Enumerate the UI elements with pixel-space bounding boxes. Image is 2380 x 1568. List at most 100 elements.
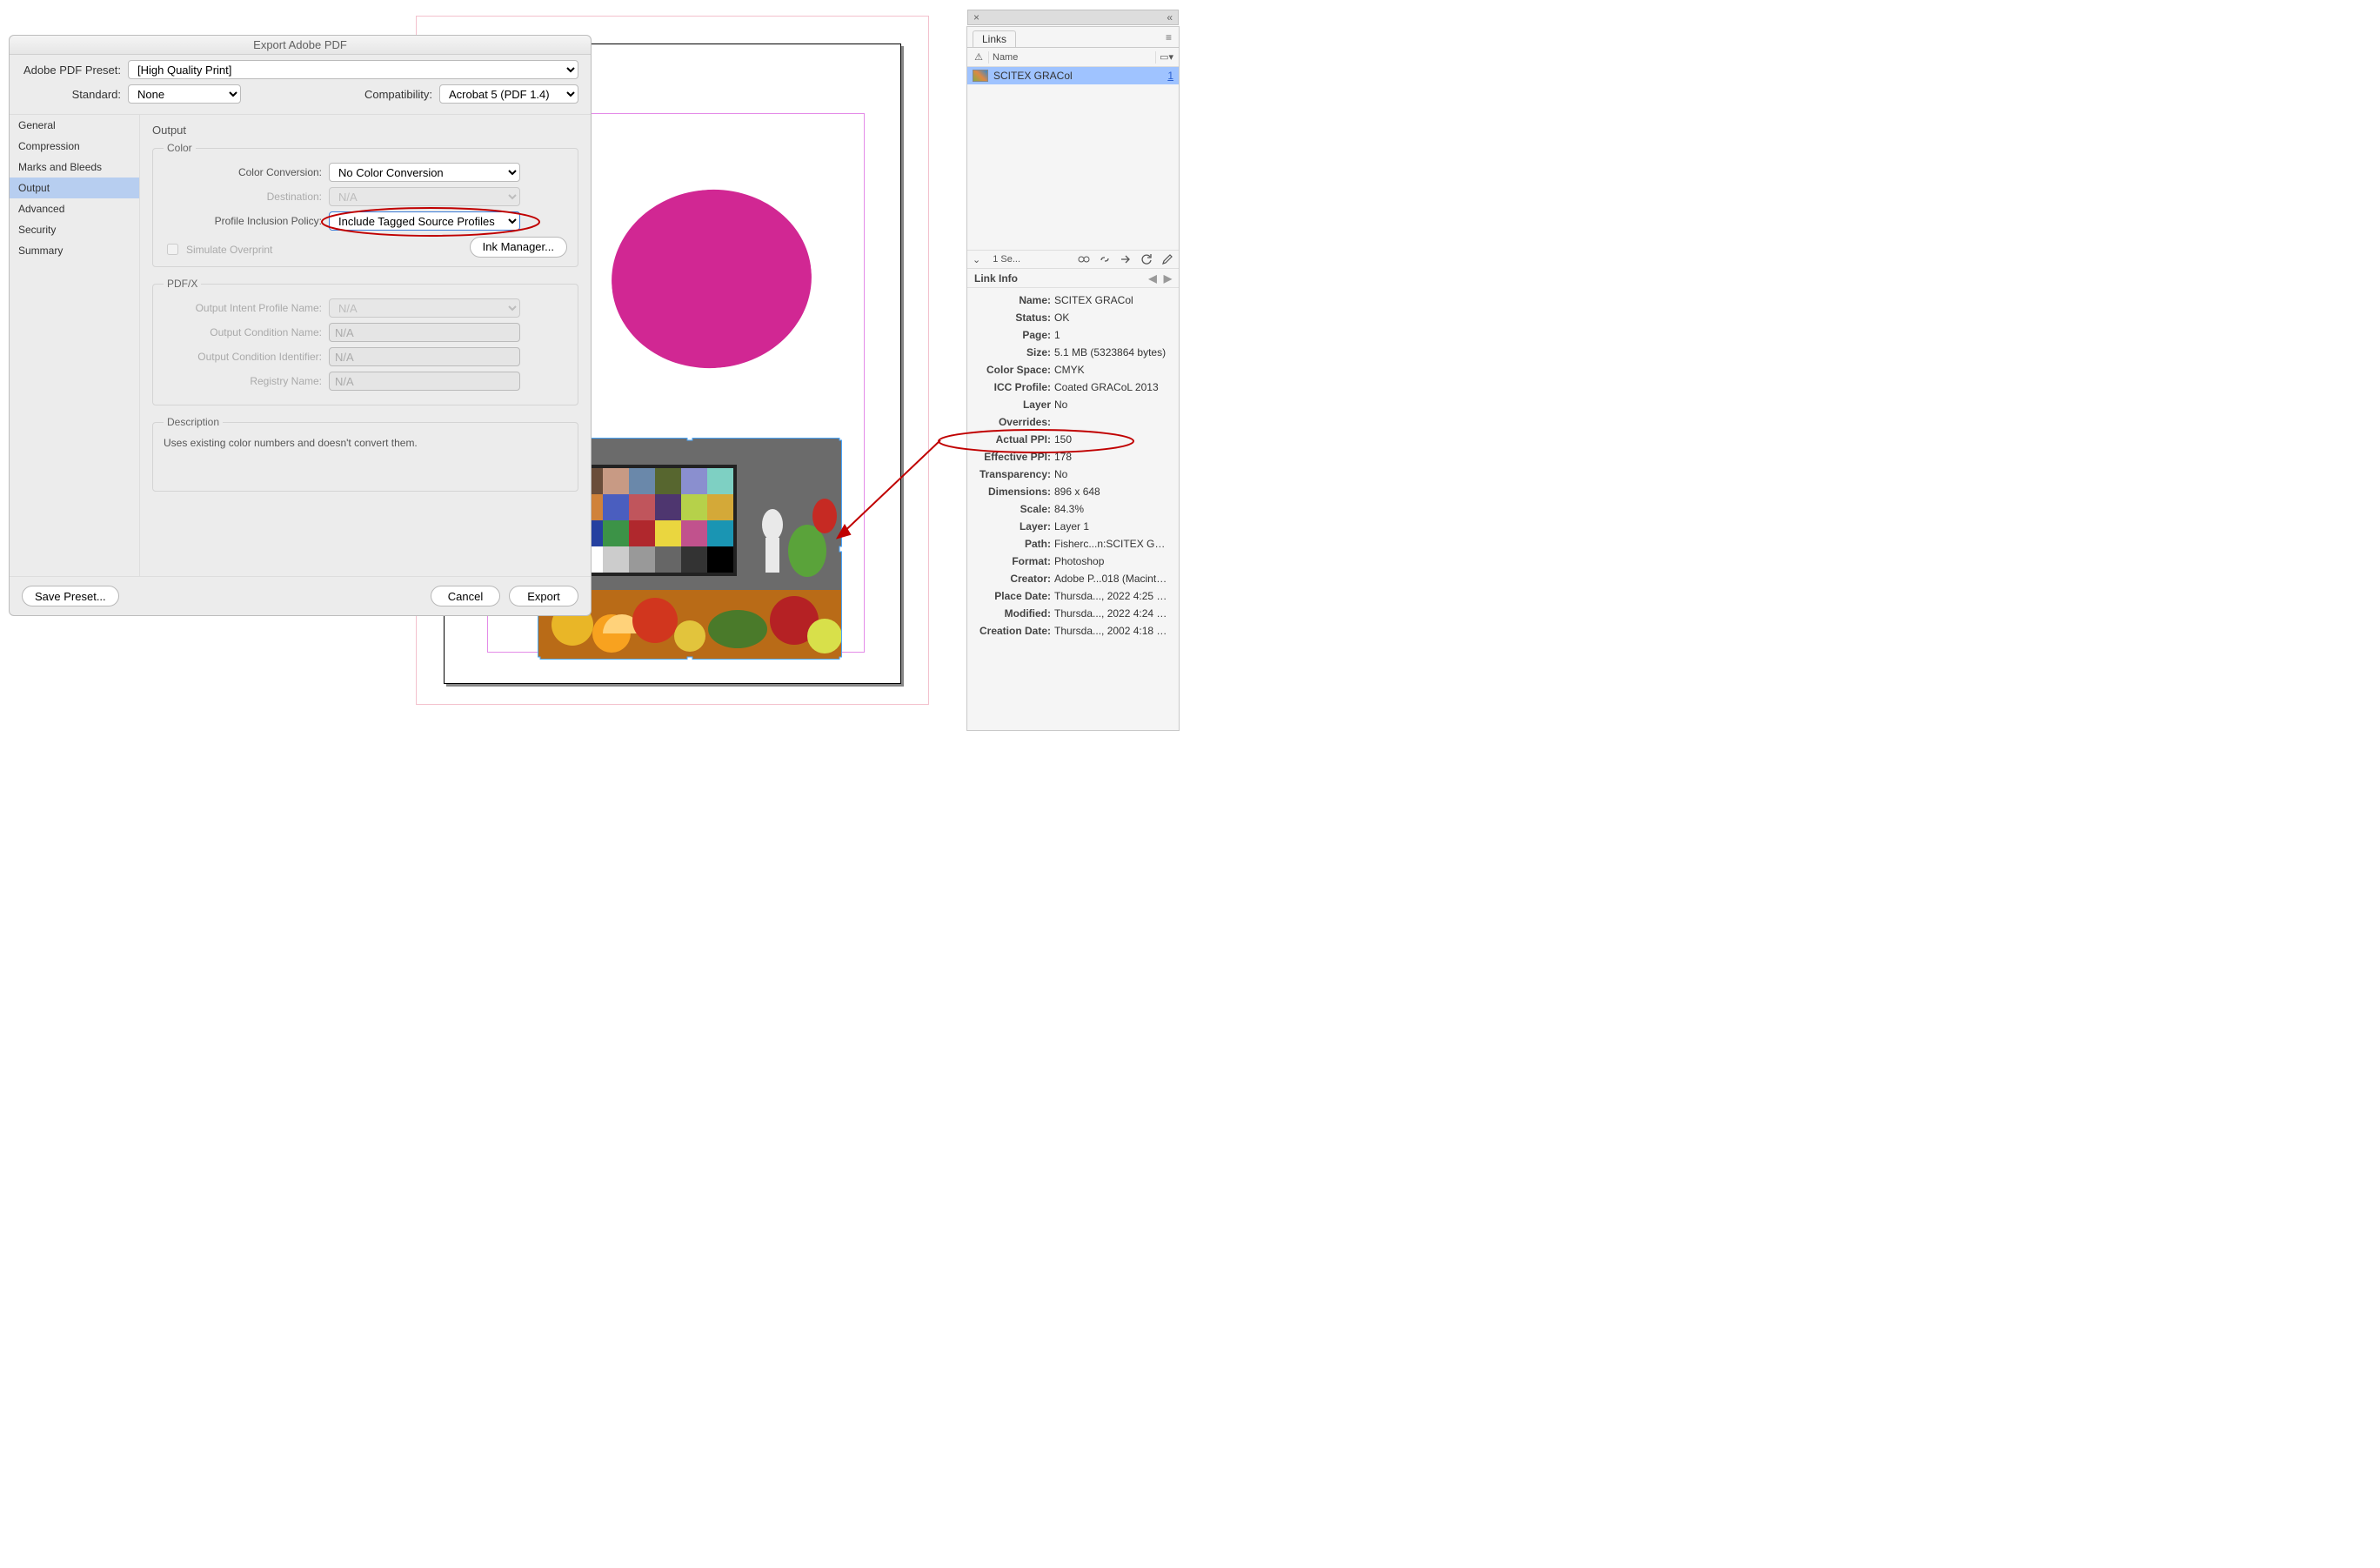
magenta-ellipse (605, 181, 819, 376)
sidebar-item-marks-and-bleeds[interactable]: Marks and Bleeds (10, 157, 139, 178)
info-row-layer-overrides: Layer Overrides:No (974, 396, 1172, 431)
relink-cc-icon[interactable] (1078, 253, 1090, 265)
link-thumbnail (973, 70, 988, 82)
sidebar-item-summary[interactable]: Summary (10, 240, 139, 261)
info-key: Creator: (974, 570, 1051, 587)
save-preset-button[interactable]: Save Preset... (22, 586, 119, 606)
registry-name-input (329, 372, 520, 391)
info-row-transparency: Transparency:No (974, 466, 1172, 483)
dialog-sidebar: GeneralCompressionMarks and BleedsOutput… (10, 115, 140, 576)
page-column-icon[interactable]: ▭▾ (1160, 51, 1173, 63)
profile-policy-label: Profile Inclusion Policy: (164, 215, 322, 227)
destination-label: Destination: (164, 191, 322, 203)
info-value: 1 (1054, 326, 1172, 344)
info-key: Effective PPI: (974, 448, 1051, 466)
info-key: Place Date: (974, 587, 1051, 605)
info-row-page: Page:1 (974, 326, 1172, 344)
name-column-header[interactable]: Name (993, 52, 1152, 63)
info-value: Layer 1 (1054, 518, 1172, 535)
pdf-preset-select[interactable]: [High Quality Print] (128, 60, 578, 79)
tab-links[interactable]: Links (973, 30, 1016, 47)
output-condition-name-label: Output Condition Name: (164, 326, 322, 338)
close-icon[interactable]: × (973, 11, 979, 23)
info-key: Status: (974, 309, 1051, 326)
ink-manager-button[interactable]: Ink Manager... (470, 237, 567, 258)
info-row-place-date: Place Date:Thursda..., 2022 4:25 PM (974, 587, 1172, 605)
output-condition-id-label: Output Condition Identifier: (164, 351, 322, 363)
info-row-layer: Layer:Layer 1 (974, 518, 1172, 535)
info-key: Transparency: (974, 466, 1051, 483)
info-value: 84.3% (1054, 500, 1172, 518)
export-button[interactable]: Export (509, 586, 578, 606)
color-legend: Color (164, 142, 196, 154)
links-list[interactable]: SCITEX GRACol 1 (967, 67, 1179, 250)
info-row-creation-date: Creation Date:Thursda..., 2002 4:18 PM (974, 622, 1172, 640)
info-value: Fisherc...n:SCITEX GRACol (1054, 535, 1172, 553)
sidebar-item-output[interactable]: Output (10, 178, 139, 198)
output-condition-name-input (329, 323, 520, 342)
info-value: Photoshop (1054, 553, 1172, 570)
info-row-dimensions: Dimensions:896 x 648 (974, 483, 1172, 500)
panel-header-bar: × « (967, 10, 1179, 25)
link-info-title: Link Info (974, 272, 1018, 285)
output-intent-select: N/A (329, 298, 520, 318)
link-name: SCITEX GRACol (993, 70, 1073, 82)
link-page-count[interactable]: 1 (1167, 70, 1173, 82)
dialog-title: Export Adobe PDF (10, 36, 591, 55)
info-value: Thursda..., 2022 4:24 PM (1054, 605, 1172, 622)
standard-select[interactable]: None (128, 84, 241, 104)
color-group: Color Color Conversion: No Color Convers… (152, 142, 578, 267)
compatibility-select[interactable]: Acrobat 5 (PDF 1.4) (439, 84, 578, 104)
next-link-icon[interactable]: ▶ (1164, 272, 1172, 285)
expand-toggle-icon[interactable]: ⌄ (973, 254, 980, 265)
pdfx-legend: PDF/X (164, 278, 201, 290)
collapse-icon[interactable]: « (1167, 11, 1173, 23)
link-row[interactable]: SCITEX GRACol 1 (967, 67, 1179, 84)
output-section-title: Output (152, 124, 578, 137)
info-value: Coated GRACoL 2013 (1054, 379, 1172, 396)
info-key: Layer Overrides: (974, 396, 1051, 431)
prev-link-icon[interactable]: ◀ (1149, 272, 1157, 285)
info-row-size: Size:5.1 MB (5323864 bytes) (974, 344, 1172, 361)
standard-label: Standard: (22, 88, 121, 101)
info-key: ICC Profile: (974, 379, 1051, 396)
panel-menu-icon[interactable]: ≡ (1159, 28, 1179, 47)
info-value: 178 (1054, 448, 1172, 466)
info-key: Dimensions: (974, 483, 1051, 500)
pdfx-group: PDF/X Output Intent Profile Name: N/A Ou… (152, 278, 578, 405)
info-row-actual-ppi: Actual PPI:150 (974, 431, 1172, 448)
sidebar-item-general[interactable]: General (10, 115, 139, 136)
info-key: Page: (974, 326, 1051, 344)
links-panel: × « Links ≡ ⚠ Name ▭▾ SCITEX GRACol1 ⌄ 1… (966, 26, 1180, 731)
goto-link-icon[interactable] (1120, 253, 1132, 265)
pdf-preset-label: Adobe PDF Preset: (22, 64, 121, 77)
info-key: Name: (974, 291, 1051, 309)
color-conversion-select[interactable]: No Color Conversion (329, 163, 520, 182)
output-intent-label: Output Intent Profile Name: (164, 302, 322, 314)
link-info-body: Name:SCITEX GRAColStatus:OKPage:1Size:5.… (967, 288, 1179, 643)
info-value: Thursda..., 2002 4:18 PM (1054, 622, 1172, 640)
sidebar-item-security[interactable]: Security (10, 219, 139, 240)
description-legend: Description (164, 416, 223, 428)
update-link-icon[interactable] (1140, 253, 1153, 265)
info-row-color-space: Color Space:CMYK (974, 361, 1172, 379)
sidebar-item-advanced[interactable]: Advanced (10, 198, 139, 219)
info-value: 150 (1054, 431, 1172, 448)
simulate-overprint-checkbox (167, 244, 178, 255)
simulate-overprint: Simulate Overprint (164, 241, 272, 258)
destination-select: N/A (329, 187, 520, 206)
relink-icon[interactable] (1099, 253, 1111, 265)
info-row-name: Name:SCITEX GRACol (974, 291, 1172, 309)
warning-icon: ⚠ (973, 51, 985, 63)
cancel-button[interactable]: Cancel (431, 586, 500, 606)
info-key: Scale: (974, 500, 1051, 518)
color-conversion-label: Color Conversion: (164, 166, 322, 178)
edit-original-icon[interactable] (1161, 253, 1173, 265)
info-value: 5.1 MB (5323864 bytes) (1054, 344, 1172, 361)
info-key: Size: (974, 344, 1051, 361)
info-row-modified: Modified:Thursda..., 2022 4:24 PM (974, 605, 1172, 622)
info-value: Thursda..., 2022 4:25 PM (1054, 587, 1172, 605)
profile-policy-select[interactable]: Include Tagged Source Profiles (329, 211, 520, 231)
info-row-effective-ppi: Effective PPI:178 (974, 448, 1172, 466)
sidebar-item-compression[interactable]: Compression (10, 136, 139, 157)
